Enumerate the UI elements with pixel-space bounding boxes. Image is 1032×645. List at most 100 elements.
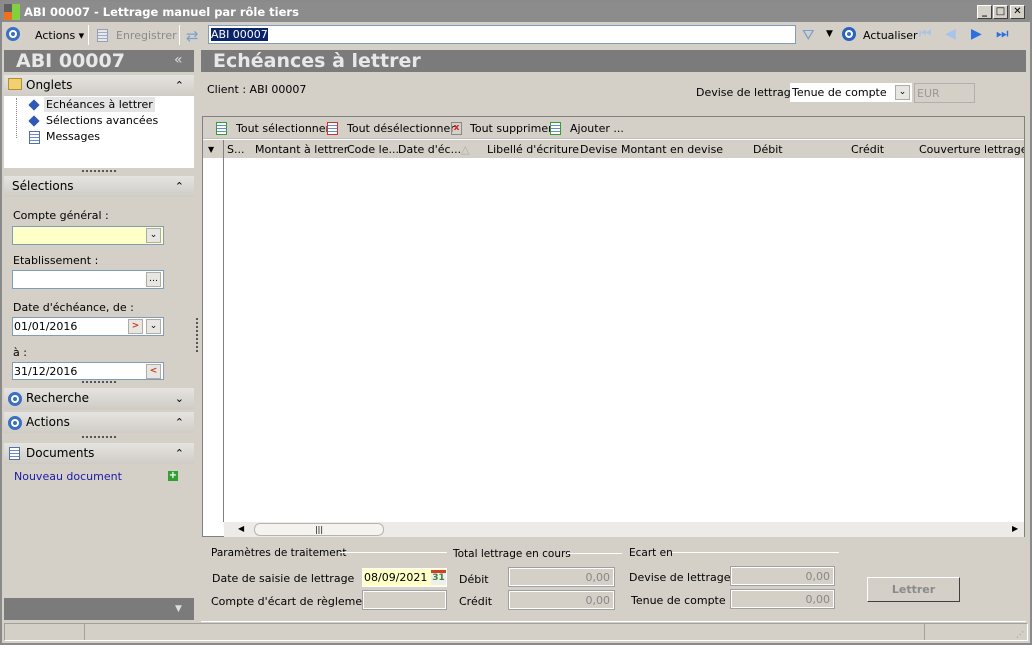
devise-label: Devise de lettrage : — [696, 86, 805, 99]
left-panel-title: ABI 00007 — [4, 50, 194, 72]
calendar-icon[interactable]: 31 — [431, 570, 446, 585]
column-header[interactable]: Crédit — [851, 143, 884, 156]
folder-icon — [8, 78, 22, 90]
add-icon[interactable]: + — [168, 471, 178, 481]
lettrer-button[interactable]: Lettrer — [867, 577, 960, 602]
maximize-button[interactable]: □ — [993, 5, 1008, 19]
column-header[interactable]: Couverture lettrage E — [919, 143, 1024, 156]
row-selector-divider — [223, 140, 224, 522]
first-record-icon[interactable]: ⏮ — [919, 26, 932, 42]
actions-header[interactable]: Actions ⌃ — [4, 412, 194, 433]
record-input[interactable]: ABI 00007 — [208, 25, 796, 44]
save-button[interactable]: Enregistrer — [116, 29, 177, 42]
chevron-down-icon[interactable]: ▼ — [175, 604, 182, 614]
refresh-button[interactable]: Actualiser — [863, 29, 918, 42]
calendar-back-icon[interactable]: < — [146, 364, 161, 379]
column-header[interactable]: Débit — [753, 143, 783, 156]
devise-code: EUR — [914, 83, 975, 103]
compte-label: Compte général : — [13, 209, 109, 222]
ecart-tenue-value: 0,00 — [730, 589, 835, 609]
chevron-up-icon: ⌃ — [174, 79, 184, 92]
last-record-icon[interactable]: ⏭ — [996, 26, 1009, 42]
scroll-right-icon[interactable]: ▶ — [1012, 524, 1018, 533]
ecart-devise-value: 0,00 — [730, 566, 835, 586]
documents-header[interactable]: Documents ⌃ — [4, 443, 194, 464]
date-a-label: à : — [13, 346, 27, 359]
add-icon — [550, 122, 561, 135]
status-bar — [4, 623, 1028, 641]
next-record-icon[interactable]: ▶ — [971, 26, 982, 42]
tab-selections-avancees[interactable]: Sélections avancées — [46, 114, 158, 127]
select-all-button[interactable]: Tout sélectionner — [236, 122, 330, 135]
debit-value: 0,00 — [508, 567, 615, 587]
actions-menu-icon[interactable] — [6, 27, 20, 41]
column-header[interactable]: Devise — [580, 143, 617, 156]
calendar-forward-icon[interactable]: > — [128, 319, 143, 334]
divider — [672, 552, 839, 553]
filter-icon[interactable]: ⛛ — [802, 26, 815, 44]
collapse-panel-icon[interactable]: « — [174, 52, 183, 68]
previous-record-icon[interactable]: ◀ — [945, 26, 956, 42]
compte-ecart-label: Compte d'écart de règlement — [211, 595, 374, 608]
column-header[interactable]: Date d'éc... — [398, 143, 461, 156]
actions-icon — [8, 416, 22, 430]
divider — [567, 553, 622, 554]
splitter-grip[interactable] — [82, 436, 116, 440]
echeances-grid[interactable] — [202, 116, 1025, 537]
actions-menu-button[interactable]: Actions ▾ — [35, 29, 84, 42]
date-a-input[interactable]: 31/12/2016 — [12, 362, 164, 380]
column-header[interactable]: Code le... — [347, 143, 399, 156]
recherche-header[interactable]: Recherche ⌄ — [4, 388, 194, 409]
refresh-icon[interactable] — [842, 27, 856, 41]
etablissement-label: Etablissement : — [13, 254, 99, 267]
tab-echeances[interactable]: Echéances à lettrer — [44, 97, 155, 112]
separator — [179, 25, 180, 45]
devise-select[interactable]: Tenue de compte — [790, 83, 912, 102]
documents-icon — [9, 447, 20, 460]
scroll-left-icon[interactable]: ◀ — [238, 524, 244, 533]
etablissement-input[interactable] — [12, 270, 164, 289]
add-button[interactable]: Ajouter ... — [570, 122, 624, 135]
scrollbar-thumb[interactable]: ||| — [254, 523, 384, 536]
ellipsis-button[interactable]: … — [146, 272, 161, 287]
save-icon — [97, 29, 108, 42]
sync-icon[interactable]: ⇄ — [186, 27, 199, 45]
minimize-button[interactable]: _ — [977, 5, 992, 19]
actions-label: Actions — [35, 29, 76, 42]
delete-all-button[interactable]: Tout supprimer — [470, 122, 553, 135]
panel-splitter[interactable] — [196, 318, 198, 352]
credit-value: 0,00 — [508, 590, 615, 610]
title-bar: ABI 00007 - Lettrage manuel par rôle tie… — [2, 2, 1030, 22]
documents-title: Documents — [26, 446, 95, 460]
splitter-grip[interactable] — [82, 170, 116, 174]
dropdown-icon[interactable]: ⌄ — [895, 85, 910, 100]
ecart-tenue-label: Tenue de compte — [631, 594, 726, 607]
dropdown-icon[interactable]: ⌄ — [146, 319, 161, 334]
dropdown-icon[interactable]: ⌄ — [146, 228, 161, 243]
date-saisie-label: Date de saisie de lettrage — [212, 572, 355, 585]
selections-header[interactable]: Sélections ⌃ — [4, 176, 194, 197]
recherche-title: Recherche — [26, 391, 90, 405]
filter-dropdown-icon[interactable]: ▼ — [826, 29, 833, 39]
deselect-all-button[interactable]: Tout désélectionner — [347, 122, 455, 135]
onglets-header[interactable]: Onglets ⌃ — [4, 75, 194, 96]
column-header[interactable]: S... — [227, 143, 244, 156]
status-divider — [924, 624, 925, 640]
separator — [88, 25, 89, 45]
tab-messages[interactable]: Messages — [46, 130, 100, 143]
close-button[interactable]: ✕ — [1010, 5, 1025, 19]
page-title: Echéances à lettrer — [201, 50, 1026, 72]
left-panel-footer — [4, 598, 194, 620]
sort-ascending-icon: △ — [461, 143, 470, 156]
splitter-grip[interactable] — [82, 381, 116, 385]
column-header[interactable]: Montant à lettrer — [255, 143, 348, 156]
compte-general-input[interactable] — [12, 226, 164, 245]
resize-grip-icon[interactable]: ⋰ — [1016, 630, 1024, 639]
new-document-link[interactable]: Nouveau document — [14, 470, 122, 483]
compte-ecart-input[interactable] — [362, 590, 447, 610]
status-divider — [84, 624, 85, 640]
column-chooser-icon[interactable]: ▼ — [208, 145, 214, 154]
chevron-up-icon: ⌃ — [174, 416, 184, 429]
column-header[interactable]: Montant en devise — [621, 143, 723, 156]
column-header[interactable]: Libellé d'écriture — [487, 143, 579, 156]
